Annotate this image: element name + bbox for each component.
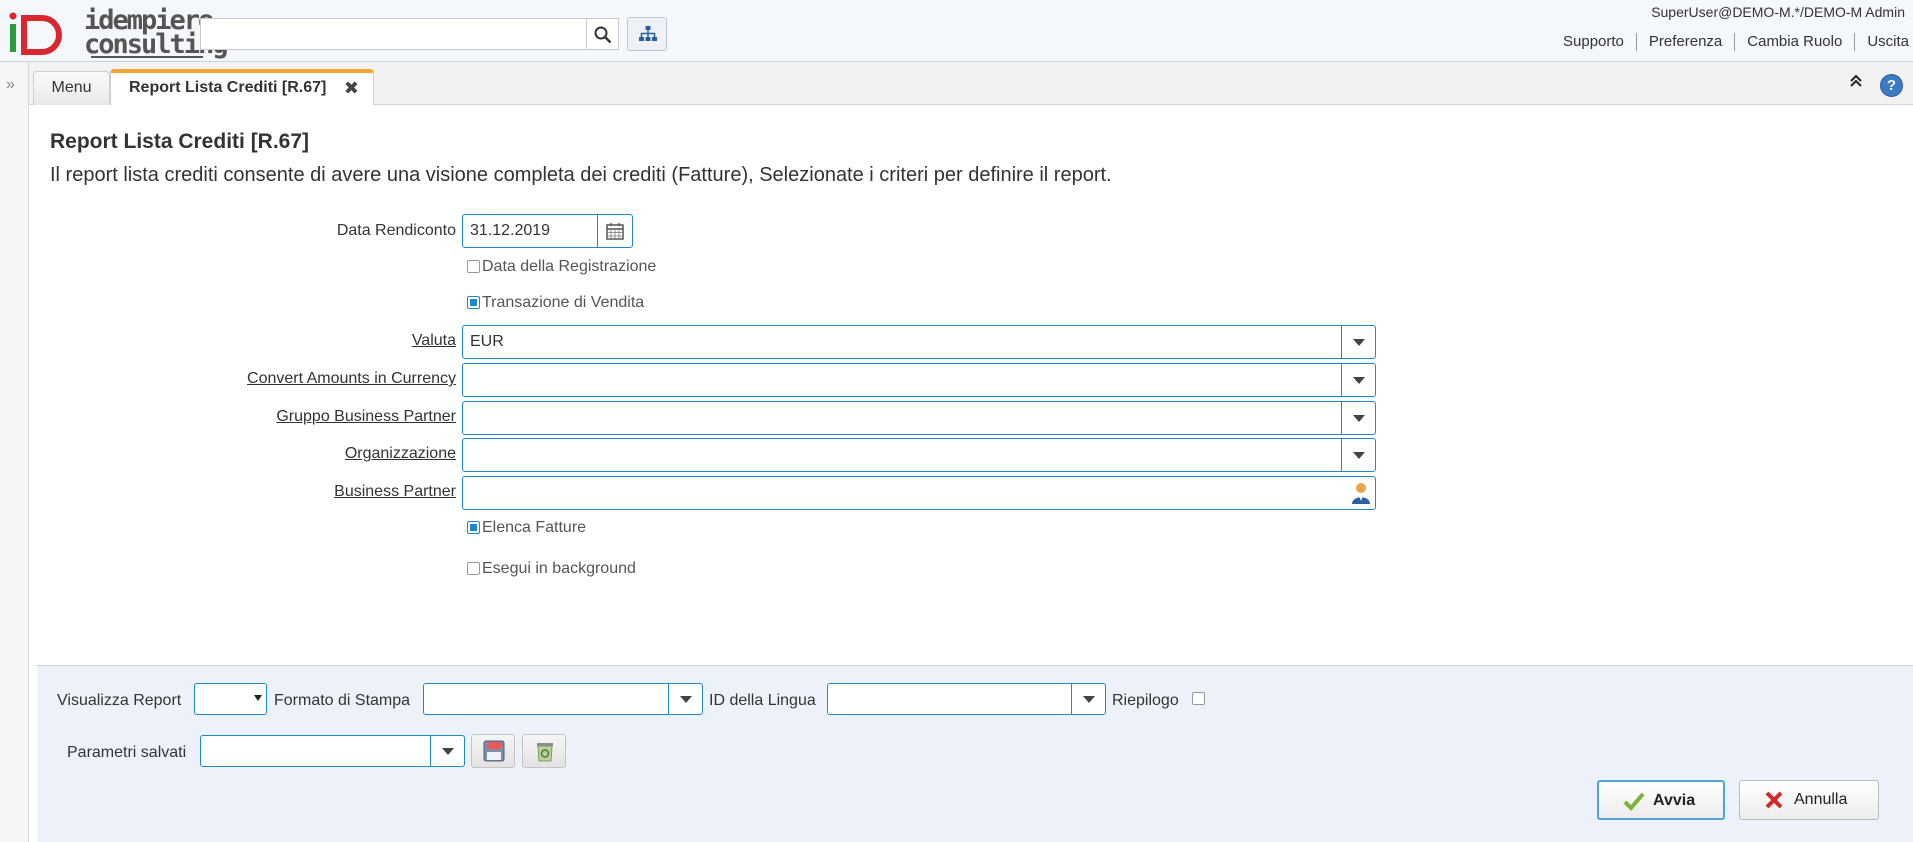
search-button[interactable] <box>586 18 619 50</box>
checkbox-box[interactable] <box>467 296 480 309</box>
collapse-header-icon[interactable] <box>1849 74 1863 93</box>
sitemap-icon <box>639 26 657 41</box>
save-params-button[interactable] <box>471 734 515 768</box>
global-search-input[interactable] <box>200 18 587 50</box>
search-icon <box>594 26 612 44</box>
checkbox-box[interactable] <box>467 521 480 534</box>
menu-tree-button[interactable] <box>627 17 667 51</box>
chevron-down-icon[interactable] <box>1341 364 1375 396</box>
checkbox-label: Esegui in background <box>482 560 636 577</box>
process-form: Report Lista Crediti [R.67] Il report li… <box>29 105 1913 665</box>
convert-amounts-select[interactable] <box>462 363 1376 397</box>
checkbox-transazione-vendita[interactable]: Transazione di Vendita <box>467 294 644 312</box>
report-parameters-panel: Visualizza Report Formato di Stampa ID d… <box>37 665 1913 842</box>
label-valuta[interactable]: Valuta <box>156 332 456 350</box>
label-gruppo-bp[interactable]: Gruppo Business Partner <box>156 408 456 426</box>
gruppo-bp-select[interactable] <box>462 401 1376 435</box>
delete-params-button[interactable] <box>522 734 566 768</box>
page-description: Il report lista crediti consente di aver… <box>50 164 1112 186</box>
label-formato-stampa: Formato di Stampa <box>274 692 411 709</box>
label-riepilogo: Riepilogo <box>1112 692 1179 709</box>
organizzazione-select[interactable] <box>462 438 1376 472</box>
checkbox-elenca-fatture[interactable]: Elenca Fatture <box>467 519 586 537</box>
formato-stampa-select[interactable] <box>423 683 703 715</box>
west-collapsed-panel: » <box>0 62 29 842</box>
page-title: Report Lista Crediti [R.67] <box>50 130 310 153</box>
tab-menu[interactable]: Menu <box>33 71 110 105</box>
chevron-down-icon[interactable] <box>430 736 464 766</box>
label-organizzazione[interactable]: Organizzazione <box>156 445 456 463</box>
checkbox-box[interactable] <box>467 562 480 575</box>
company-logo[interactable]: idempiere consulting <box>8 7 229 60</box>
label-id-lingua: ID della Lingua <box>709 692 816 709</box>
checkbox-data-registrazione[interactable]: Data della Registrazione <box>467 258 656 276</box>
link-supporto[interactable]: Supporto <box>1551 33 1636 51</box>
tab-bar: Menu Report Lista Crediti [R.67] ✖ ? <box>29 62 1913 105</box>
avvia-label: Avvia <box>1653 792 1696 809</box>
expand-panel-icon[interactable]: » <box>6 76 15 94</box>
checkbox-label: Elenca Fatture <box>482 519 587 536</box>
valuta-select[interactable]: EUR <box>462 325 1376 359</box>
annulla-label: Annulla <box>1794 791 1848 808</box>
avvia-button[interactable]: Avvia <box>1597 780 1725 820</box>
tab-label: Report Lista Crediti [R.67] <box>129 79 327 96</box>
data-rendiconto-field[interactable]: 31.12.2019 <box>462 214 633 248</box>
annulla-button[interactable]: Annulla <box>1739 780 1879 820</box>
double-chevron-up-icon <box>1850 74 1862 87</box>
checkbox-riepilogo[interactable] <box>1192 690 1207 708</box>
header-bar: idempiere consulting SuperUser@DEMO-M.*/… <box>0 0 1913 62</box>
chevron-down-icon[interactable] <box>1341 326 1375 358</box>
link-cambia-ruolo[interactable]: Cambia Ruolo <box>1734 33 1854 51</box>
chevron-down-icon[interactable] <box>1071 684 1105 714</box>
chevron-down-icon[interactable] <box>1341 402 1375 434</box>
visualizza-report-select[interactable] <box>194 683 267 715</box>
checkbox-label: Data della Registrazione <box>482 258 657 275</box>
link-uscita[interactable]: Uscita <box>1854 33 1913 51</box>
valuta-value: EUR <box>470 333 504 350</box>
business-partner-icon[interactable] <box>1351 481 1371 505</box>
label-data-rendiconto: Data Rendiconto <box>336 222 456 239</box>
checkbox-label: Transazione di Vendita <box>482 294 645 311</box>
user-info[interactable]: SuperUser@DEMO-M.*/DEMO-M Admin <box>1651 4 1905 20</box>
cancel-x-icon <box>1765 791 1783 809</box>
close-tab-icon[interactable]: ✖ <box>344 73 359 103</box>
chevron-down-icon[interactable] <box>252 684 266 714</box>
checkbox-box[interactable] <box>1192 692 1205 705</box>
tab-report-lista-crediti[interactable]: Report Lista Crediti [R.67] ✖ <box>110 69 374 105</box>
check-icon <box>1623 792 1645 811</box>
header-links: Supporto Preferenza Cambia Ruolo Uscita <box>1551 33 1913 51</box>
label-parametri-salvati: Parametri salvati <box>67 744 187 761</box>
recycle-bin-icon <box>537 743 553 762</box>
logo-mark-icon <box>9 12 62 55</box>
id-lingua-select[interactable] <box>827 683 1106 715</box>
calendar-icon <box>606 223 624 240</box>
calendar-button[interactable] <box>597 215 632 247</box>
label-business-partner[interactable]: Business Partner <box>156 483 456 501</box>
checkbox-esegui-background[interactable]: Esegui in background <box>467 560 636 578</box>
logo-text: idempiere consulting <box>84 7 229 60</box>
label-convert-amounts[interactable]: Convert Amounts in Currency <box>156 370 456 388</box>
help-icon[interactable]: ? <box>1880 74 1903 97</box>
checkbox-box[interactable] <box>467 260 480 273</box>
business-partner-field[interactable] <box>462 476 1376 510</box>
chevron-down-icon[interactable] <box>668 684 702 714</box>
parametri-salvati-select[interactable] <box>200 735 465 767</box>
logo-underline <box>91 56 203 58</box>
data-rendiconto-value: 31.12.2019 <box>470 222 551 239</box>
link-preferenza[interactable]: Preferenza <box>1635 33 1734 51</box>
label-visualizza-report: Visualizza Report <box>57 692 182 709</box>
logo-line-2: consulting <box>84 29 229 60</box>
floppy-save-icon <box>483 740 505 762</box>
chevron-down-icon[interactable] <box>1341 439 1375 471</box>
